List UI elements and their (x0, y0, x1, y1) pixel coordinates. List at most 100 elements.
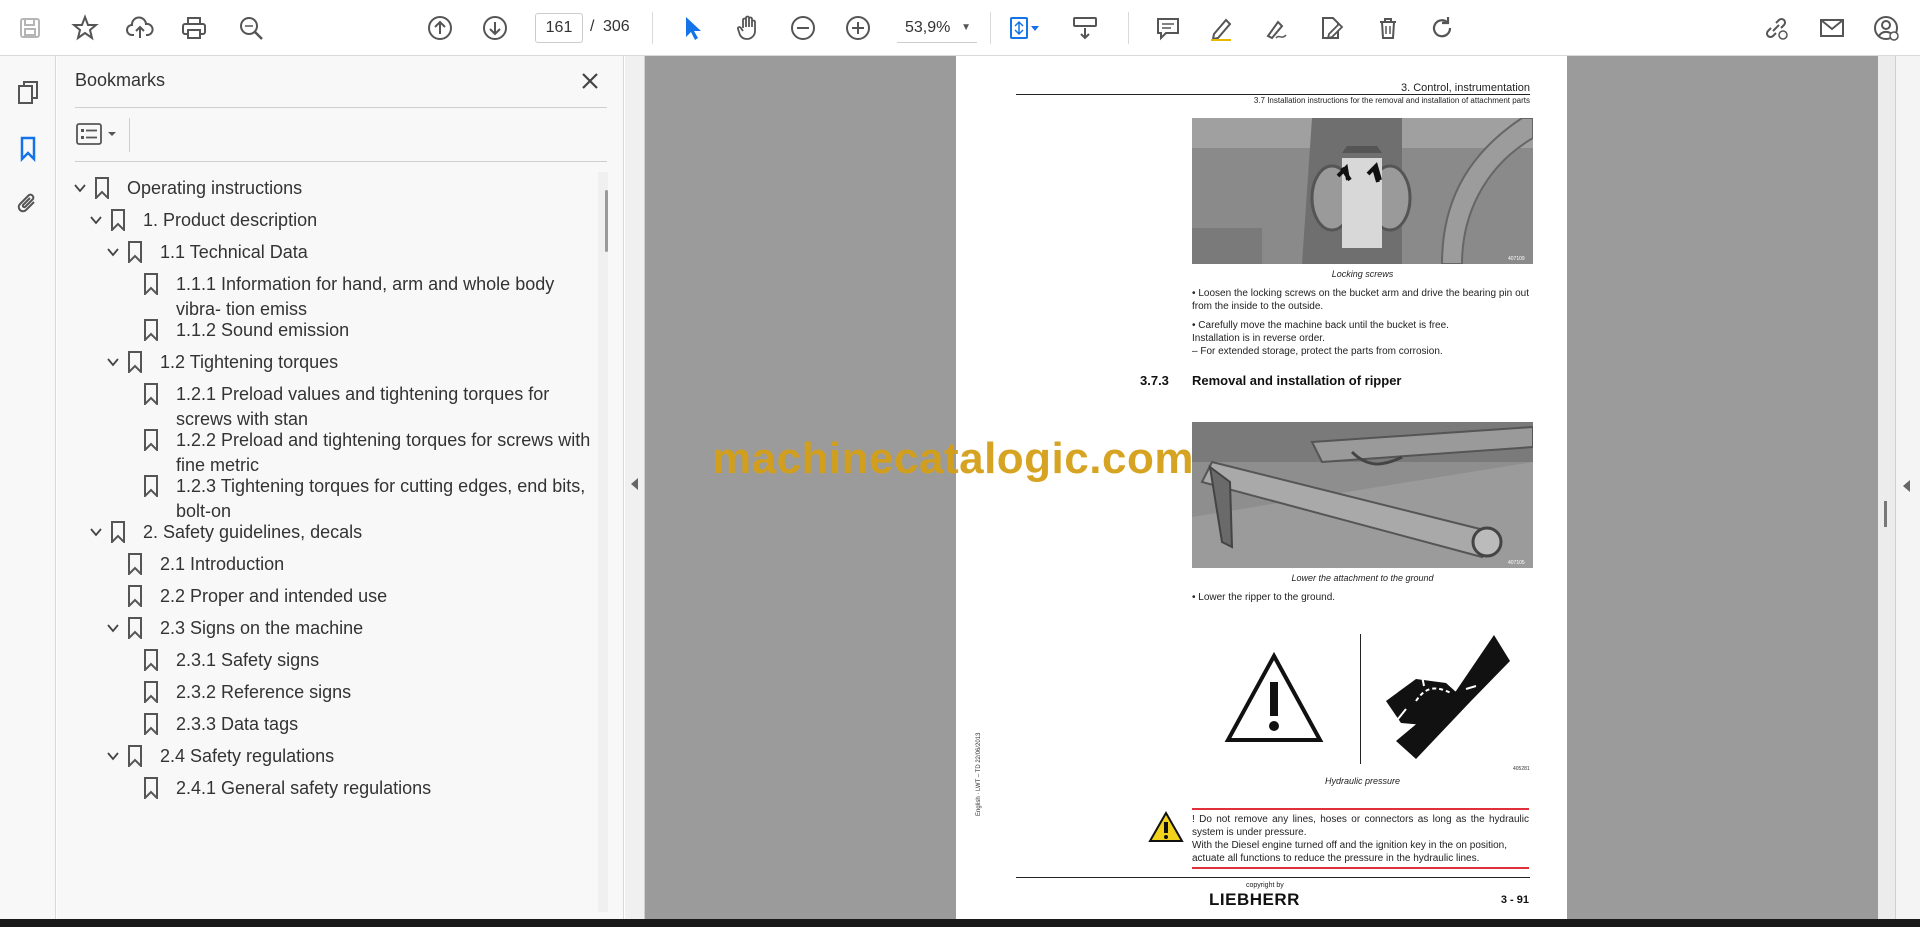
page-number-input[interactable] (535, 13, 583, 43)
bookmark-item[interactable]: 2.3.2 Reference signs (118, 680, 593, 705)
redo-rotate-icon[interactable] (1424, 10, 1460, 46)
bookmark-item[interactable]: 1.2.3 Tightening torques for cutting edg… (118, 474, 593, 524)
header-rule (1016, 94, 1530, 95)
page-header-section: 3.7 Installation instructions for the re… (1253, 96, 1530, 105)
bookmark-flag-icon (91, 176, 113, 200)
bookmark-item[interactable]: 1.1.2 Sound emission (118, 318, 593, 343)
bookmark-flag-icon (124, 616, 146, 640)
bookmark-item[interactable]: Operating instructions (69, 176, 593, 201)
page-separator: / (590, 18, 595, 35)
locking-screws-photo (1192, 118, 1533, 264)
bookmark-item[interactable]: 2.4 Safety regulations (102, 744, 593, 769)
scroll-mode-icon[interactable] (1067, 10, 1103, 46)
bookmark-label: 2.2 Proper and intended use (160, 586, 388, 606)
chevron-spacer (118, 383, 140, 405)
footer-rule (1016, 877, 1530, 878)
caution-icon (1148, 810, 1184, 843)
bookmark-flag-icon (140, 272, 162, 296)
bookmark-item[interactable]: 1.1.1 Information for hand, arm and whol… (118, 272, 593, 322)
bookmark-item[interactable]: 2.3 Signs on the machine (102, 616, 593, 641)
list-options-icon (76, 123, 102, 145)
highlight-pen-icon[interactable] (1203, 10, 1239, 46)
share-link-icon[interactable] (1758, 10, 1794, 46)
chevron-left-icon[interactable] (1903, 480, 1910, 492)
bookmark-label: 2.4 Safety regulations (160, 746, 335, 766)
email-envelope-icon[interactable] (1814, 10, 1850, 46)
attachments-paperclip-icon[interactable] (10, 186, 46, 222)
save-icon[interactable] (12, 10, 48, 46)
upload-cloud-icon[interactable] (122, 10, 158, 46)
bookmark-flag-icon (124, 350, 146, 374)
chevron-down-icon[interactable] (85, 209, 107, 231)
bookmarks-scroll-thumb[interactable] (605, 190, 608, 252)
bookmark-label: 2.3.2 Reference signs (176, 682, 352, 702)
bookmark-label: 1.2.2 Preload and tightening torques for… (176, 430, 591, 475)
print-icon[interactable] (176, 10, 212, 46)
bookmark-item[interactable]: 2.4.1 General safety regulations (118, 776, 593, 801)
bookmark-flag-icon (140, 648, 162, 672)
close-icon[interactable] (577, 68, 603, 94)
page-total: 306 (603, 18, 630, 35)
bookmark-label: 2.3 Signs on the machine (160, 618, 364, 638)
draw-signature-icon[interactable] (1258, 10, 1294, 46)
bookmark-options-button[interactable] (75, 119, 121, 149)
copyright-text: copyright by (1246, 882, 1284, 889)
bookmark-item[interactable]: 1. Product description (85, 208, 593, 233)
chevron-spacer (118, 777, 140, 799)
zoom-level-select[interactable]: 53,9% ▼ (897, 13, 977, 43)
chevron-spacer (118, 273, 140, 295)
comment-icon[interactable] (1150, 10, 1186, 46)
chevron-spacer (118, 713, 140, 735)
section-number: 3.7.3 (1140, 373, 1169, 388)
previous-page-icon[interactable] (422, 10, 458, 46)
bookmark-item[interactable]: 2.2 Proper and intended use (102, 584, 593, 609)
zoom-out-icon[interactable] (785, 10, 821, 46)
main-toolbar: / 306 53,9% ▼ (0, 0, 1920, 56)
document-scrollbar[interactable] (1878, 56, 1896, 919)
warning-triangle-icon (1224, 651, 1324, 744)
hand-tool-icon[interactable] (730, 10, 766, 46)
bookmark-item[interactable]: 2.3.3 Data tags (118, 712, 593, 737)
bookmark-flag-icon (140, 382, 162, 406)
chevron-down-icon[interactable] (69, 177, 91, 199)
bookmark-item[interactable]: 1.2 Tightening torques (102, 350, 593, 375)
instruction-text: • Loosen the locking screws on the bucke… (1192, 288, 1529, 312)
collapse-panel-button[interactable] (625, 56, 645, 919)
bookmark-item[interactable]: 1.2.1 Preload values and tightening torq… (118, 382, 593, 432)
photo-id-label: 407109 (1508, 256, 1525, 262)
chevron-down-icon[interactable] (102, 351, 124, 373)
hydraulic-injection-hazard-icon (1376, 631, 1516, 761)
edit-pdf-icon[interactable] (1313, 10, 1349, 46)
delete-trash-icon[interactable] (1370, 10, 1406, 46)
bookmark-label: 2.3.1 Safety signs (176, 650, 320, 670)
bookmark-label: 1.1 Technical Data (160, 242, 308, 262)
account-user-icon[interactable] (1868, 10, 1904, 46)
bookmark-item[interactable]: 2.3.1 Safety signs (118, 648, 593, 673)
page-thumbnails-icon[interactable] (10, 74, 46, 110)
bookmark-flag-icon (107, 520, 129, 544)
chevron-down-icon[interactable] (102, 745, 124, 767)
bookmarks-icon[interactable] (10, 130, 46, 166)
bookmark-item[interactable]: 1.1 Technical Data (102, 240, 593, 265)
zoom-search-icon[interactable] (233, 10, 269, 46)
bookmark-item[interactable]: 2. Safety guidelines, decals (85, 520, 593, 545)
bookmark-item[interactable]: 2.1 Introduction (102, 552, 593, 577)
chevron-down-icon[interactable] (1028, 10, 1042, 46)
bookmark-label: 1.2.3 Tightening torques for cutting edg… (176, 476, 586, 521)
bookmark-star-icon[interactable] (67, 10, 103, 46)
next-page-icon[interactable] (477, 10, 513, 46)
document-scroll-thumb[interactable] (1884, 501, 1887, 527)
bookmark-flag-icon (124, 744, 146, 768)
select-cursor-icon[interactable] (674, 10, 710, 46)
bookmark-flag-icon (124, 584, 146, 608)
chevron-down-icon[interactable] (102, 617, 124, 639)
bookmarks-scrollbar[interactable] (598, 172, 608, 912)
chevron-down-icon[interactable] (102, 241, 124, 263)
instruction-text: • Carefully move the machine back until … (1192, 320, 1449, 331)
zoom-in-icon[interactable] (840, 10, 876, 46)
bookmark-item[interactable]: 1.2.2 Preload and tightening torques for… (118, 428, 593, 478)
bookmarks-panel: Bookmarks Operating instructions 1. Produ… (57, 56, 624, 919)
ripper-photo (1192, 422, 1533, 568)
page-number: 3 - 91 (1500, 894, 1529, 906)
chevron-down-icon[interactable] (85, 521, 107, 543)
